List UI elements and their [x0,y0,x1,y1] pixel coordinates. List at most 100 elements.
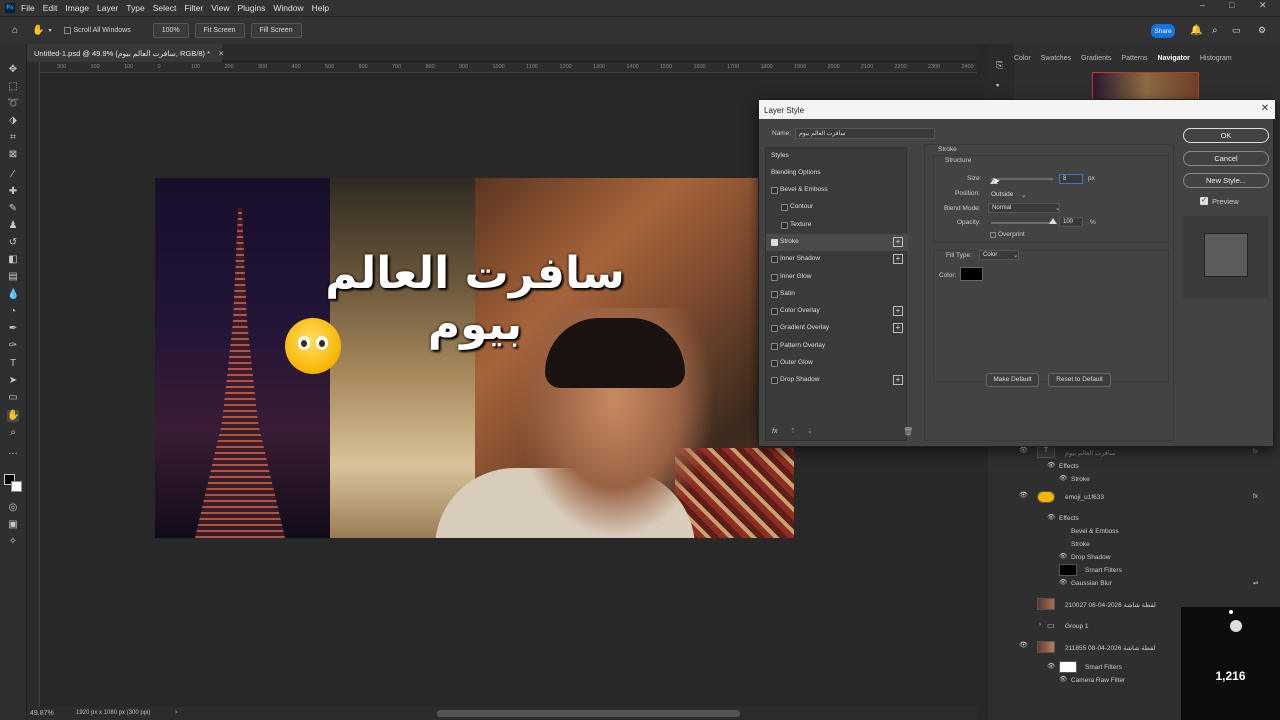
visibility-eye-icon[interactable]: 👁 [1047,662,1055,670]
eraser-icon[interactable]: ◧ [7,254,19,266]
type-tool-icon[interactable]: T [7,358,19,370]
style-item-texture[interactable]: Texture [766,217,908,234]
workspace-icon[interactable]: ▭ [1232,25,1241,36]
menu-plugins[interactable]: Plugins [237,3,265,13]
style-checkbox[interactable] [771,342,778,350]
eyedropper-icon[interactable]: ⁄ [7,169,19,181]
dodge-tool-icon[interactable]: ◔ [7,306,19,318]
fit-screen-button[interactable]: Fit Screen [194,23,245,38]
blending-options-item[interactable]: Blending Options [766,165,908,182]
layer-effects-row[interactable]: 👁 Effects [1013,460,1280,473]
layer-effect-row[interactable]: 👁 Gaussian Blur ⇌ [1013,577,1280,590]
healing-brush-icon[interactable]: ✚ [7,186,19,198]
maximize-icon[interactable]: □ [1229,0,1234,10]
style-checkbox[interactable] [771,238,778,246]
gradient-tool-icon[interactable]: ▤ [7,271,19,283]
visibility-eye-icon[interactable]: 👁 [1019,641,1028,649]
share-button[interactable]: Share [1151,24,1175,38]
crop-tool-icon[interactable]: ⌗ [7,132,19,144]
brush-tool-icon[interactable]: ✎ [7,203,19,215]
menu-edit[interactable]: Edit [43,3,58,13]
style-item-drop-shadow[interactable]: Drop Shadow + [766,372,908,389]
tab-navigator[interactable]: Navigator [1158,55,1190,62]
style-item-color-overlay[interactable]: Color Overlay + [766,303,908,320]
pen-tool-icon[interactable]: ✒ [7,323,19,335]
add-style-icon[interactable]: + [893,323,903,334]
style-item-inner-glow[interactable]: Inner Glow [766,269,908,286]
move-tool-icon[interactable]: ✥ [7,64,19,76]
history-brush-icon[interactable]: ↺ [7,237,19,249]
layer-effects-row[interactable]: 👁 Effects [1013,512,1280,525]
style-checkbox[interactable] [781,221,788,229]
make-default-button[interactable]: Make Default [986,373,1039,387]
document-info[interactable]: 1920 px x 1080 px (300 ppi) [76,710,150,716]
zoom-100-button[interactable]: 100% [152,23,189,38]
background-color-swatch[interactable] [11,481,22,492]
path-select-icon[interactable]: ➤ [7,375,19,387]
close-icon[interactable]: ✕ [1259,103,1271,115]
fill-screen-button[interactable]: Fill Screen [250,23,302,38]
chevron-down-icon[interactable]: ⌄ [1055,204,1060,212]
bell-icon[interactable]: 🔔 [1190,25,1202,36]
gear-icon[interactable]: ⚙ [1258,25,1266,36]
more-tools-icon[interactable]: … [7,446,19,458]
home-icon[interactable]: ⌂ [12,25,18,36]
tab-gradients[interactable]: Gradients [1081,55,1111,62]
object-select-icon[interactable]: ⬗ [7,115,19,127]
style-checkbox[interactable] [771,273,778,281]
search-icon[interactable]: ⌕ [1212,25,1218,36]
menu-layer[interactable]: Layer [97,3,118,13]
menu-help[interactable]: Help [312,3,329,13]
opacity-slider[interactable] [991,222,1053,224]
overprint-checkbox[interactable] [990,232,996,238]
canvas-image[interactable]: سافرت العالم بيوم [155,178,794,538]
layer-effect-row[interactable]: 👁 Stroke [1013,473,1280,486]
preview-checkbox[interactable]: ✓ [1200,197,1208,205]
history-panel-icon[interactable]: ⎘ [996,60,1003,71]
menu-image[interactable]: Image [65,3,89,13]
minimize-icon[interactable]: – [1200,0,1205,10]
chevron-down-icon[interactable]: ▾ [49,27,52,34]
style-checkbox[interactable] [781,204,788,212]
layer-effect-row[interactable]: 👁 Drop Shadow [1013,551,1280,564]
lasso-tool-icon[interactable]: ➰ [7,98,19,110]
trash-icon[interactable]: 🗑 [903,427,913,436]
style-checkbox[interactable] [771,377,778,385]
menu-type[interactable]: Type [126,3,144,13]
scroll-all-checkbox[interactable] [63,27,71,34]
menu-window[interactable]: Window [273,3,303,13]
style-item-outer-glow[interactable]: Outer Glow [766,355,908,372]
navigator-thumbnail[interactable] [1092,72,1199,102]
pen-tool-2-icon[interactable]: ✑ [7,340,19,352]
style-item-satin[interactable]: Satin [766,286,908,303]
layer-filter-row[interactable]: Smart Filters [1013,564,1280,577]
menu-view[interactable]: View [211,3,229,13]
horizontal-scrollbar[interactable] [437,710,740,717]
opacity-slider-knob[interactable] [1049,218,1057,224]
style-item-pattern-overlay[interactable]: Pattern Overlay [766,338,908,355]
quick-mask-icon[interactable]: ◎ [7,502,19,514]
move-down-icon[interactable]: ⇣ [807,427,813,435]
rectangle-tool-icon[interactable]: ▭ [7,392,19,404]
marquee-tool-icon[interactable]: ⬚ [7,81,19,93]
menu-filter[interactable]: Filter [184,3,203,13]
fx-icon[interactable]: fx [772,428,777,435]
document-tab[interactable]: Untitled-1.psd @ 49.9% (سافرت العالم بيو… [27,44,224,62]
stamp-tool-icon[interactable]: ♟ [7,220,19,232]
close-tab-icon[interactable]: ✕ [218,49,224,58]
ok-button[interactable]: OK [1183,128,1269,143]
frame-tool-icon[interactable]: ⊠ [7,149,19,161]
chevron-right-icon[interactable]: › [1039,622,1041,628]
add-style-icon[interactable]: + [893,375,903,386]
visibility-eye-icon[interactable]: 👁 [1059,675,1067,683]
visibility-eye-icon[interactable]: 👁 [1019,446,1028,454]
layer-effect-row[interactable]: Bevel & Emboss [1013,525,1280,538]
visibility-eye-icon[interactable]: 👁 [1047,461,1055,469]
style-item-inner-shadow[interactable]: Inner Shadow + [766,251,908,268]
style-item-stroke[interactable]: Stroke + [766,233,908,251]
cancel-button[interactable]: Cancel [1183,151,1269,166]
position-select[interactable]: Outside [991,191,1013,198]
zoom-tool-icon[interactable]: ⌕ [7,427,19,439]
move-up-icon[interactable]: ⇡ [790,427,796,435]
visibility-eye-icon[interactable]: 👁 [1059,552,1067,560]
